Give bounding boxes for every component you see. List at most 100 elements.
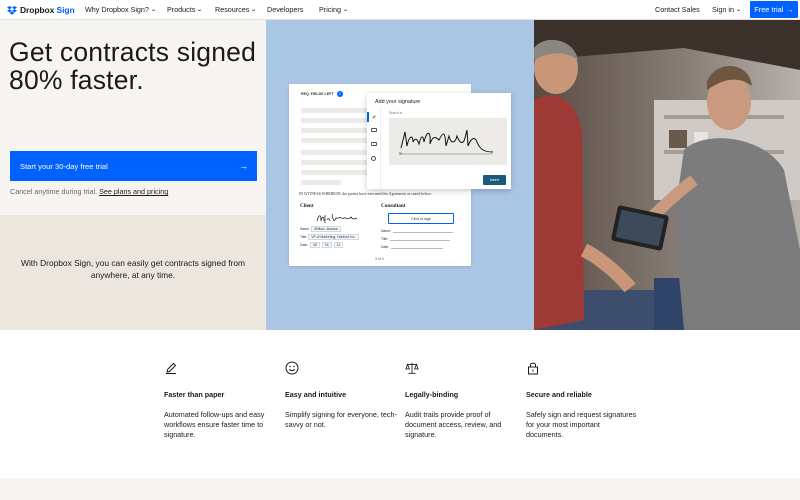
contact-sales-label: Contact Sales [655,5,700,14]
signature-method-tabs [367,107,381,189]
date-day: 15 [321,242,332,248]
arrow-right-icon: → [239,161,248,171]
text-placeholder-line [301,180,341,185]
client-signature [316,213,358,223]
nav-item-label: Pricing [319,5,341,14]
upload-tab-icon[interactable] [371,142,377,146]
hero-subtext: With Dropbox Sign, you can easily get co… [21,258,245,280]
type-tab-icon[interactable] [371,128,377,132]
consultant-label: Consultant [381,203,406,209]
contact-sales-link[interactable]: Contact Sales [655,5,700,14]
field-label: Name: [381,229,391,233]
client-title-field: Title: VP of Marketing, Hanford Inc. [300,234,359,240]
cancel-text: Cancel anytime during trial. [10,187,98,196]
lock-icon [528,362,538,375]
nav-products[interactable]: Products ⌄ [167,5,204,14]
field-line [393,232,453,233]
feature-easy-and-intuitive: Easy and intuitive Simplify signing for … [285,361,397,429]
date-month: 08 [310,242,320,248]
field-label: Title: [381,237,389,241]
client-date-field: Date: 08 15 21 [300,242,344,248]
text-placeholder-line [301,128,371,133]
feature-secure-and-reliable: Secure and reliable Safely sign and requ… [526,361,638,439]
text-placeholder-line [301,160,371,165]
fields-left-count: 2 [336,91,343,97]
fields-left-label: REQ. FIELDS LEFT [301,92,334,96]
date-year: 21 [333,242,344,248]
feature-description: Safely sign and request signatures for y… [526,410,637,439]
field-line [390,240,451,241]
logo-text: Dropbox Sign [20,5,75,15]
insert-button[interactable]: Insert [483,175,506,185]
text-placeholder-line [301,118,371,123]
feature-description: Automated follow-ups and easy workflows … [164,410,265,439]
chevron-down-icon: ⌄ [150,7,157,13]
field-label: Date: [300,243,309,247]
feature-title: Secure and reliable [526,390,592,399]
client-name-value: William Jackson [311,226,342,232]
nav-item-label: Resources [215,5,250,14]
nav-pricing[interactable]: Pricing ⌄ [319,5,349,14]
nav-developers[interactable]: Developers [267,5,303,14]
fields-left-indicator: REQ. FIELDS LEFT 2 [301,91,343,97]
dropbox-sign-logo[interactable]: Dropbox Sign [7,4,75,16]
signature-pad[interactable] [389,118,507,165]
draw-tab-icon[interactable] [370,113,376,119]
consultant-name-field: Name: [381,229,453,233]
text-placeholder-line [301,150,371,155]
nav-resources[interactable]: Resources ⌄ [215,5,258,14]
drawn-signature [398,129,494,156]
smiley-icon [285,361,299,375]
nav-why-dropbox-sign[interactable]: Why Dropbox Sign? ⌄ [85,5,157,14]
pencil-icon [166,362,177,374]
chevron-down-icon: ⌄ [250,7,258,13]
feature-description: Simplify signing for everyone, tech-savv… [285,410,397,429]
feature-title: Easy and intuitive [285,390,347,399]
page-number: 3 of 3 [375,257,384,261]
feature-description: Audit trails provide proof of document a… [405,410,502,439]
chevron-down-icon: ⌄ [342,7,349,13]
start-trial-label: Start your 30-day free trial [20,161,108,171]
feature-title: Faster than paper [164,390,225,399]
hero-title: Get contracts signed 80% faster. [9,37,257,95]
witness-text: IN WITNESS WHEREOF, the parties have exe… [299,192,432,196]
consultant-title-field: Title: [381,237,451,241]
top-nav: Dropbox Sign Why Dropbox Sign? ⌄ Products… [0,0,800,20]
click-to-sign-label: Click to sign [411,216,431,221]
next-section-band [0,478,800,500]
dropbox-logo-icon [7,5,17,15]
client-title-value: VP of Marketing, Hanford Inc. [308,234,359,240]
free-trial-label: Free trial [754,5,784,14]
click-to-sign-field[interactable]: Click to sign [388,213,454,224]
sign-in-link[interactable]: Sign in ⌄ [712,5,742,14]
modal-title: Add your signature [375,99,421,105]
add-signature-modal: Add your signature Draw it in Insert [367,93,511,189]
text-placeholder-line [301,170,371,175]
selected-tab-indicator [367,112,369,122]
text-placeholder-line [301,138,371,143]
chevron-down-icon: ⌄ [735,7,742,13]
start-trial-button[interactable]: Start your 30-day free trial → [10,151,257,181]
see-plans-link[interactable]: See plans and pricing [99,187,168,196]
sign-in-label: Sign in [712,5,734,14]
scales-icon [405,362,419,374]
chevron-down-icon: ⌄ [196,7,204,13]
draw-label: Draw it in [389,111,403,115]
hero-photo [534,20,800,330]
feature-title: Legally-binding [405,390,459,399]
cancel-note: Cancel anytime during trial. See plans a… [10,187,168,196]
product-mockup-panel: REQ. FIELDS LEFT 2 IN WITNESS WHEREOF, t… [266,20,534,330]
consultant-date-field: Date: [381,245,444,249]
field-label: Date: [381,245,390,249]
client-name-field: Name: William Jackson [300,226,342,232]
arrow-right-icon: → [786,5,794,14]
nav-item-label: Developers [267,5,304,14]
client-label: Client [300,203,314,209]
free-trial-button[interactable]: Free trial → [750,1,798,18]
feature-faster-than-paper: Faster than paper Automated follow-ups a… [164,361,276,439]
field-line [391,248,444,249]
nav-item-label: Products [167,5,196,14]
field-label: Name: [300,227,310,231]
saved-tab-icon[interactable] [371,156,376,161]
nav-item-label: Why Dropbox Sign? [85,5,149,14]
